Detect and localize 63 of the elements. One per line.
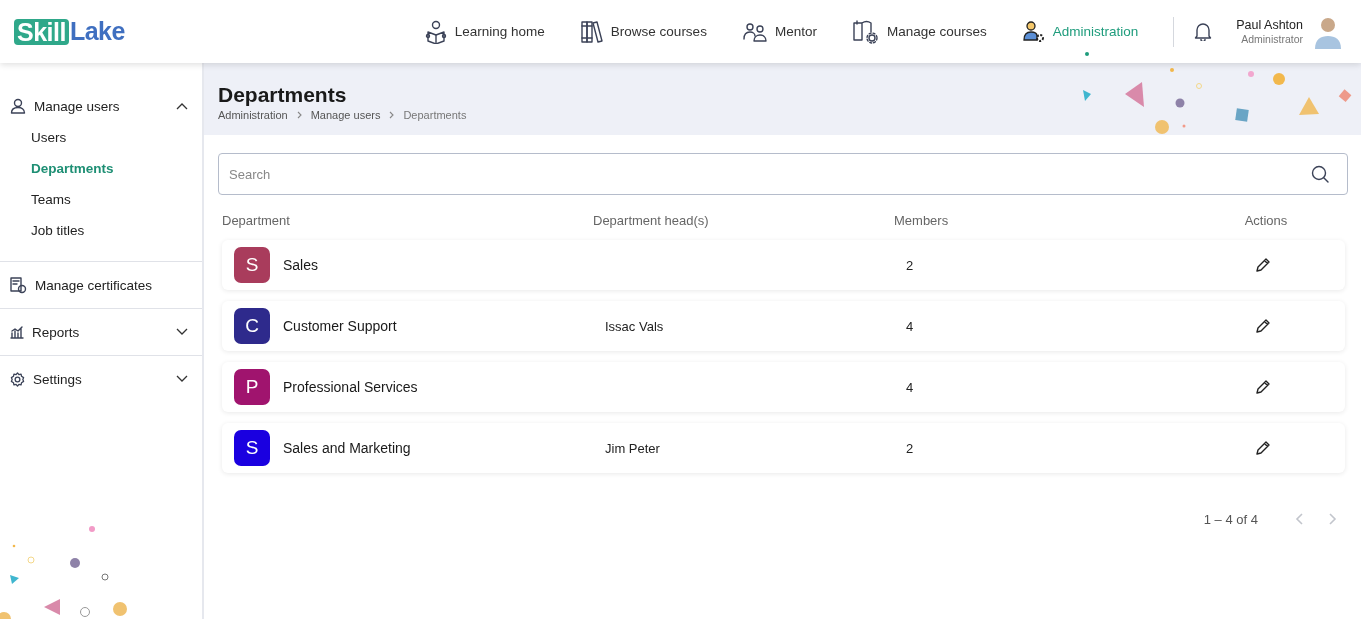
department-name: Sales and Marketing <box>283 440 411 456</box>
column-header: Members <box>894 212 950 228</box>
sidebar-section[interactable]: Manage certificates <box>0 269 202 301</box>
pagination-range: 1 – 4 of 4 <box>1203 511 1258 527</box>
breadcrumb-link[interactable]: Departments <box>403 109 467 121</box>
column-header: Department <box>222 212 291 228</box>
search-field[interactable]: Search <box>218 153 1348 195</box>
nav-link[interactable]: Browse courses <box>562 11 725 52</box>
table-cell-text: 4 <box>906 379 915 395</box>
expand-chevron-icon[interactable] <box>176 328 188 336</box>
sidebar-item[interactable]: Users <box>31 122 202 153</box>
department-avatar: C <box>234 308 270 344</box>
books-icon <box>580 20 603 43</box>
table-cell-text: 2 <box>906 440 915 456</box>
department-name: Sales <box>283 257 319 273</box>
nav-link[interactable]: Manage courses <box>834 11 1005 52</box>
column-header: Actions <box>1244 212 1288 228</box>
table-cell-text: 4 <box>906 318 915 334</box>
department-name: Customer Support <box>283 318 397 334</box>
notification-bell-icon[interactable] <box>1194 22 1213 41</box>
collapse-chevron-icon[interactable] <box>176 102 188 110</box>
settings-icon <box>10 371 25 387</box>
sidebar-section[interactable]: Reports <box>0 316 202 348</box>
table-cell-text: Issac Vals <box>605 318 665 334</box>
department-avatar: S <box>234 247 270 283</box>
sidebar-item[interactable]: Teams <box>31 184 202 215</box>
logo[interactable]: Skill Lake <box>14 17 125 46</box>
chevron-left-icon <box>1295 513 1303 525</box>
page-title: Departments <box>218 82 348 108</box>
chevron-right-icon <box>389 111 395 119</box>
bar-chart-icon <box>10 325 24 339</box>
table-cell-text: Jim Peter <box>605 440 661 456</box>
certificate-icon <box>10 276 27 294</box>
book-gear-icon <box>852 19 879 44</box>
nav-link[interactable]: Mentor <box>724 11 835 52</box>
nav-link[interactable]: Administration <box>1004 11 1157 52</box>
sidebar-item[interactable]: Departments <box>31 153 202 184</box>
table-cell-text: 2 <box>906 257 915 273</box>
department-avatar: S <box>234 430 270 466</box>
sidebar-section[interactable]: Manage users <box>0 90 202 122</box>
people-icon <box>742 21 767 42</box>
search-icon <box>1311 165 1329 183</box>
column-header: Department head(s) <box>593 212 710 228</box>
nav-link[interactable]: Learning home <box>406 11 563 52</box>
user-role: Administrator <box>1241 31 1303 46</box>
user-name[interactable]: Paul Ashton <box>1236 17 1303 32</box>
chevron-right-icon <box>296 111 302 119</box>
pencil-icon <box>1255 257 1271 273</box>
breadcrumb-link[interactable]: Administration <box>218 109 288 121</box>
sidebar-section[interactable]: Settings <box>0 363 202 395</box>
pencil-icon <box>1255 318 1271 334</box>
active-dot <box>1084 51 1089 56</box>
chevron-right-icon <box>1329 513 1337 525</box>
breadcrumb-link[interactable]: Manage users <box>310 109 381 121</box>
pencil-icon <box>1255 440 1271 456</box>
department-name: Professional Services <box>283 379 418 395</box>
user-icon <box>10 98 26 114</box>
expand-chevron-icon[interactable] <box>176 375 188 383</box>
reader-icon <box>424 19 447 44</box>
pencil-icon <box>1255 379 1271 395</box>
department-avatar: P <box>234 369 270 405</box>
sidebar-item[interactable]: Job titles <box>31 215 202 246</box>
user-gear-icon <box>1022 20 1045 43</box>
